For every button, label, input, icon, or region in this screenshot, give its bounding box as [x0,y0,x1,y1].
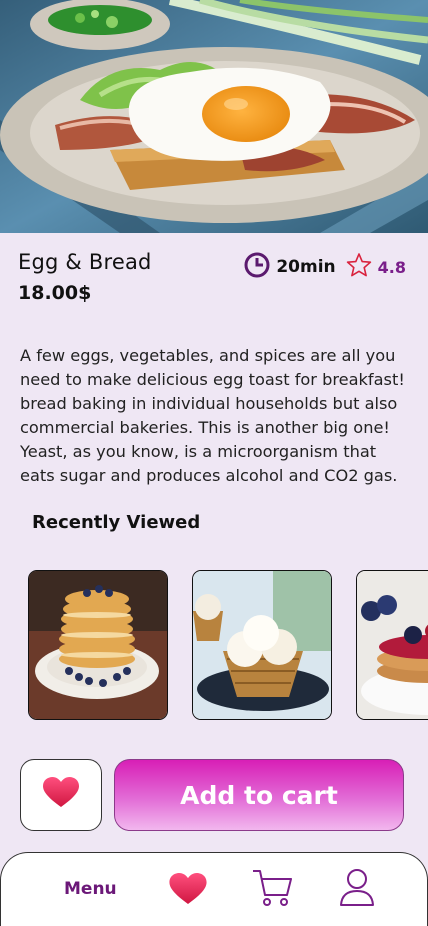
recently-viewed-title: Recently Viewed [32,512,201,533]
description: A few eggs, vegetables, and spices are a… [20,346,405,485]
bottom-nav: Menu [0,852,428,926]
clock-icon [244,252,270,282]
recently-viewed-item-ice-cream[interactable] [192,570,332,720]
price: 18.00$ [18,282,92,304]
recently-viewed-list [28,570,428,720]
dish-meta: 20min 4.8 [244,252,406,282]
star-icon [346,252,372,282]
heart-icon [169,873,207,910]
dish-name: Egg & Bread [18,250,152,274]
heart-icon [43,777,79,813]
rating-value: 4.8 [377,257,406,277]
hero-image [0,0,428,233]
add-to-cart-button[interactable]: Add to cart [114,759,404,831]
recently-viewed-item-pancakes[interactable] [28,570,168,720]
cook-time: 20min [276,257,336,277]
user-icon [339,869,375,911]
nav-profile[interactable] [339,867,375,911]
favorite-button[interactable] [20,759,102,831]
recently-viewed-item-berry-pancakes[interactable] [356,570,428,720]
title-row: Egg & Bread 20min 4.8 [18,250,410,282]
nav-favorites[interactable] [169,873,207,910]
nav-menu[interactable]: Menu [64,879,117,899]
nav-cart[interactable] [251,867,293,913]
cart-icon [251,870,293,913]
